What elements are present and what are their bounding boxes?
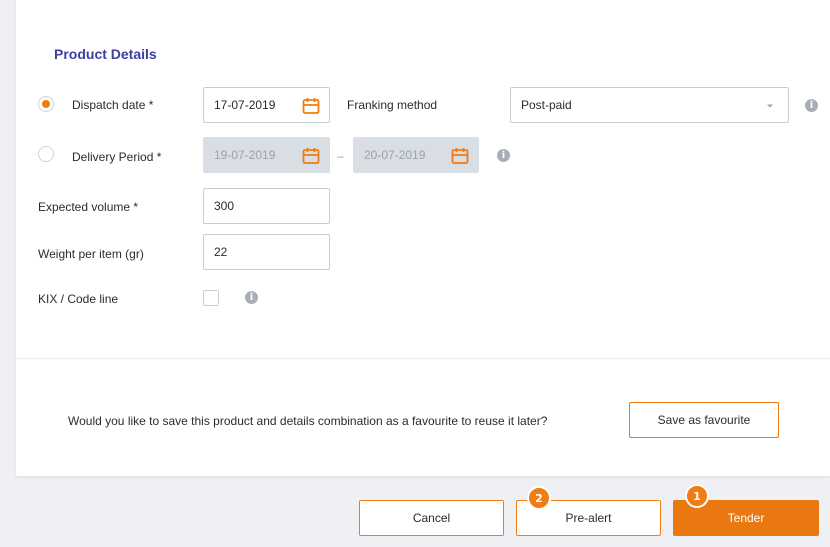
delivery-from-value: 19-07-2019 xyxy=(214,148,276,162)
franking-method-select[interactable]: Post-paid xyxy=(510,87,789,123)
date-range-separator: – xyxy=(337,149,344,163)
calendar-icon[interactable] xyxy=(302,147,320,165)
calendar-icon[interactable] xyxy=(451,147,469,165)
dispatch-date-value: 17-07-2019 xyxy=(214,98,276,112)
kix-info-icon[interactable]: i xyxy=(245,291,258,304)
dispatch-date-label: Dispatch date * xyxy=(72,98,154,112)
delivery-period-label: Delivery Period * xyxy=(72,150,162,164)
expected-volume-value: 300 xyxy=(214,199,235,213)
favourite-prompt: Would you like to save this product and … xyxy=(68,414,548,428)
section-divider xyxy=(16,358,830,359)
section-title: Product Details xyxy=(54,46,157,62)
kix-code-line-label: KIX / Code line xyxy=(38,292,119,306)
delivery-from-field[interactable]: 19-07-2019 xyxy=(203,137,330,173)
cancel-button[interactable]: Cancel xyxy=(359,500,504,536)
kix-code-line-checkbox[interactable] xyxy=(203,290,219,306)
save-as-favourite-button[interactable]: Save as favourite xyxy=(629,402,779,438)
delivery-period-radio[interactable] xyxy=(38,146,54,162)
product-details-card: Product Details Dispatch date * 17-07-20… xyxy=(16,0,830,476)
weight-per-item-label: Weight per item (gr) xyxy=(38,247,144,261)
delivery-to-field[interactable]: 20-07-2019 xyxy=(353,137,479,173)
weight-per-item-input[interactable]: 22 xyxy=(203,234,330,270)
delivery-to-value: 20-07-2019 xyxy=(364,148,426,162)
calendar-icon[interactable] xyxy=(302,97,320,115)
tender-step-badge: 1 xyxy=(685,484,709,508)
weight-per-item-value: 22 xyxy=(214,245,228,259)
expected-volume-label: Expected volume * xyxy=(38,200,139,214)
dispatch-date-radio[interactable] xyxy=(38,96,54,112)
franking-method-value: Post-paid xyxy=(521,98,572,112)
delivery-info-icon[interactable]: i xyxy=(497,149,510,162)
dispatch-date-field[interactable]: 17-07-2019 xyxy=(203,87,330,123)
expected-volume-input[interactable]: 300 xyxy=(203,188,330,224)
franking-info-icon[interactable]: i xyxy=(805,99,818,112)
chevron-down-icon xyxy=(767,104,773,108)
franking-method-label: Franking method xyxy=(347,98,438,112)
pre-alert-step-badge: 2 xyxy=(527,486,551,510)
